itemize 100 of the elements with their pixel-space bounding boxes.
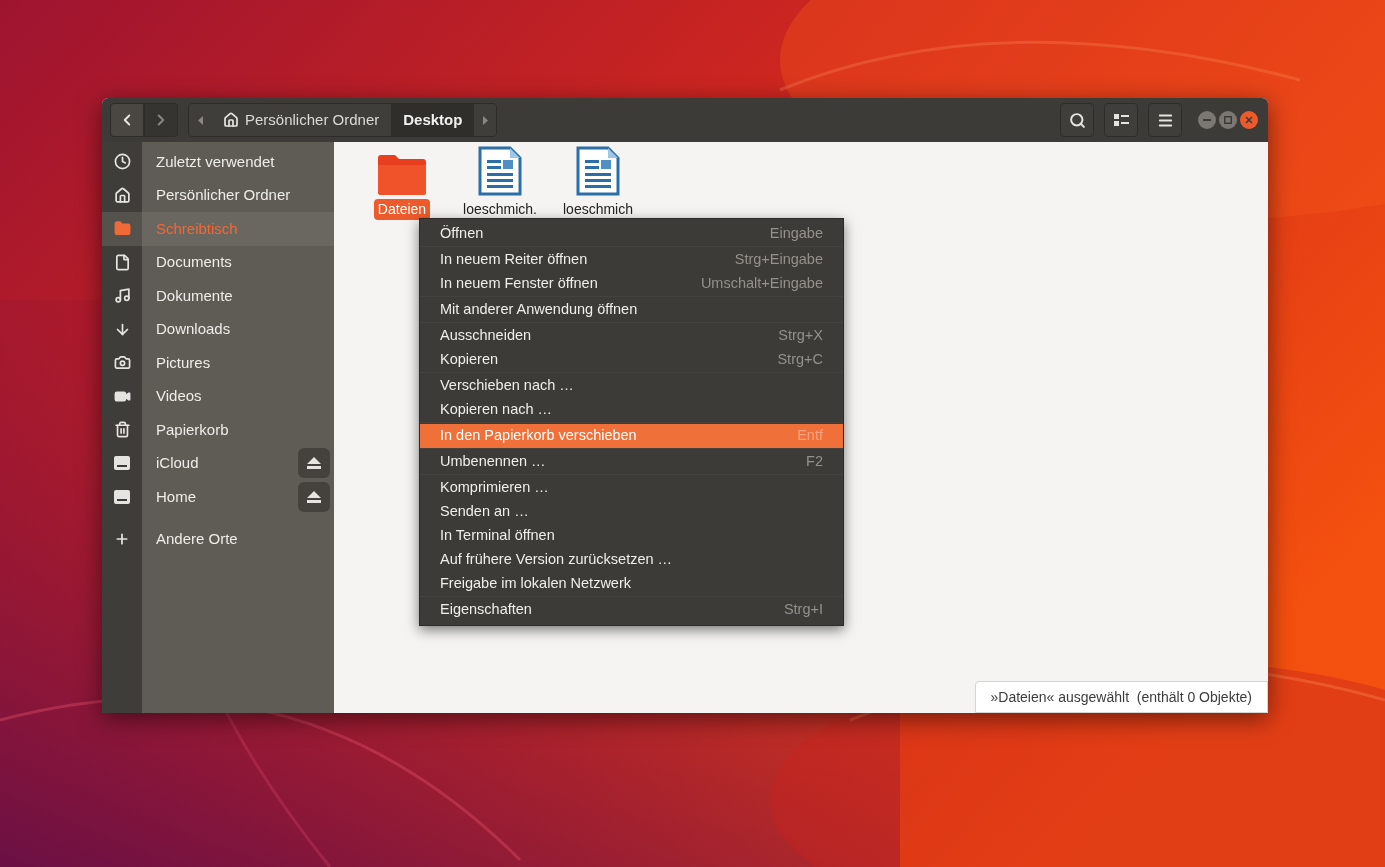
sidebar-item[interactable]: iCloud xyxy=(102,446,334,480)
sidebar-label: iCloud xyxy=(156,453,199,473)
menu-item-label: Eigenschaften xyxy=(440,600,532,620)
menu-item-label: Kopieren xyxy=(440,350,499,370)
clock-icon xyxy=(113,153,131,171)
menu-item-label: Senden an … xyxy=(440,502,529,522)
shortcut-label: Eingabe xyxy=(769,224,823,244)
menu-item-label: Freigabe im lokalen Netzwerk xyxy=(440,574,631,594)
menu-item[interactable]: Senden an … xyxy=(420,500,843,524)
menu-item[interactable]: In Terminal öffnen xyxy=(420,524,843,548)
view-toggle-button[interactable] xyxy=(1104,103,1138,137)
camera-icon xyxy=(113,354,131,372)
menu-item[interactable]: Auf frühere Version zurücksetzen … xyxy=(420,548,843,572)
sidebar-label: Andere Orte xyxy=(156,528,238,549)
sidebar-label: Documents xyxy=(156,252,232,272)
sidebar-item[interactable]: Home xyxy=(102,480,334,514)
breadcrumb[interactable]: Desktop xyxy=(391,104,475,136)
menu-item[interactable]: In neuem Reiter öffnen Strg+Eingabe xyxy=(420,248,843,272)
menu-item[interactable]: Öffnen Eingabe xyxy=(420,222,843,246)
search-icon xyxy=(1068,111,1086,129)
eject-button[interactable] xyxy=(298,481,330,512)
minus-icon xyxy=(1203,119,1211,121)
file-name: Dateien xyxy=(373,199,431,220)
shortcut-label: Strg+C xyxy=(777,350,823,370)
menu-item[interactable]: Eigenschaften Strg+I xyxy=(420,598,843,622)
sidebar-label: Dokumente xyxy=(156,285,233,306)
scroll-left-button[interactable] xyxy=(189,104,211,136)
drive-icon xyxy=(114,456,130,471)
menu-item[interactable]: Mit anderer Anwendung öffnen xyxy=(420,298,843,322)
shortcut-label: Entf xyxy=(797,426,823,446)
music-note-icon xyxy=(113,287,131,305)
sidebar-label: Videos xyxy=(156,386,202,406)
menu-item-label: In neuem Fenster öffnen xyxy=(440,274,598,294)
sidebar-item[interactable]: Papierkorb xyxy=(102,413,334,447)
shortcut-label: F2 xyxy=(806,452,823,472)
file-item[interactable]: loeschmich xyxy=(550,144,646,220)
plus-icon xyxy=(114,531,130,547)
document-icon xyxy=(113,253,131,271)
menu-item-label: Verschieben nach … xyxy=(440,376,574,396)
menu-item[interactable]: Komprimieren … xyxy=(420,476,843,500)
status-bar: »Dateien« ausgewählt (enthält 0 Objekte) xyxy=(974,681,1268,713)
menu-item-label: Mit anderer Anwendung öffnen xyxy=(440,300,638,320)
eject-icon xyxy=(307,490,321,503)
sidebar-item[interactable]: Documents xyxy=(102,245,334,279)
breadcrumb[interactable]: Persönlicher Ordner xyxy=(211,104,392,136)
file-item[interactable]: loeschmich. xyxy=(452,144,548,220)
sidebar-label: Downloads xyxy=(156,319,231,339)
sidebar-label: Zuletzt verwendet xyxy=(156,151,275,172)
back-button[interactable] xyxy=(110,103,144,137)
menu-item-label: Kopieren nach … xyxy=(440,400,553,420)
triangle-left-icon xyxy=(197,115,203,125)
menu-item-label: Komprimieren … xyxy=(440,478,549,498)
sidebar-label: Persönlicher Ordner xyxy=(156,185,291,205)
eject-button[interactable] xyxy=(298,448,330,479)
menu-item[interactable]: Ausschneiden Strg+X xyxy=(420,324,843,348)
maximize-button[interactable] xyxy=(1219,111,1237,129)
sidebar-label: Home xyxy=(156,486,196,507)
triangle-right-icon xyxy=(482,115,488,125)
eject-icon xyxy=(307,457,321,470)
folder-icon xyxy=(113,220,131,238)
sidebar-item[interactable]: Andere Orte xyxy=(102,522,334,556)
close-button[interactable] xyxy=(1240,111,1258,129)
document-icon xyxy=(576,146,620,196)
menu-item-label: In neuem Reiter öffnen xyxy=(440,250,588,270)
document-icon xyxy=(478,146,522,196)
menu-item-label: Umbenennen … xyxy=(440,452,546,472)
folder-icon xyxy=(377,154,427,196)
menu-item-label: Ausschneiden xyxy=(440,326,532,346)
shortcut-label: Umschalt+Eingabe xyxy=(700,274,823,294)
file-name: loeschmich xyxy=(562,200,634,219)
menu-item-label: Auf frühere Version zurücksetzen … xyxy=(440,550,673,570)
sidebar-label: Schreibtisch xyxy=(156,218,238,239)
sidebar-item[interactable]: Dokumente xyxy=(102,279,334,313)
trash-icon xyxy=(113,421,131,439)
sidebar-item[interactable]: Videos xyxy=(102,379,334,413)
sidebar-label: Pictures xyxy=(156,352,211,373)
minimize-button[interactable] xyxy=(1198,111,1216,129)
close-icon xyxy=(1245,116,1253,124)
menu-item[interactable]: Kopieren Strg+C xyxy=(420,348,843,372)
search-button[interactable] xyxy=(1060,103,1094,137)
shortcut-label: Strg+I xyxy=(783,600,823,620)
square-icon xyxy=(1224,116,1232,124)
home-icon xyxy=(223,112,239,128)
menu-item[interactable]: Umbenennen … F2 xyxy=(420,450,843,474)
sidebar-item[interactable]: Downloads xyxy=(102,312,334,346)
sidebar-label: Papierkorb xyxy=(156,419,229,440)
menu-item-label: Öffnen xyxy=(440,224,484,244)
list-view-icon xyxy=(1113,114,1129,126)
menu-item[interactable]: In neuem Fenster öffnen Umschalt+Eingabe xyxy=(420,272,843,296)
menu-item[interactable]: Kopieren nach … xyxy=(420,398,843,422)
sidebar-item[interactable]: Pictures xyxy=(102,346,334,380)
menu-item-label: In den Papierkorb verschieben xyxy=(440,426,637,446)
menu-item[interactable]: Freigabe im lokalen Netzwerk xyxy=(420,572,843,596)
sidebar-item[interactable]: Persönlicher Ordner xyxy=(102,178,334,212)
menu-item-label: In Terminal öffnen xyxy=(440,526,555,546)
menu-button[interactable] xyxy=(1148,103,1182,137)
home-icon xyxy=(113,186,131,204)
sidebar-item[interactable]: Zuletzt verwendet xyxy=(102,145,334,179)
menu-item[interactable]: Verschieben nach … xyxy=(420,374,843,398)
scroll-right-button[interactable] xyxy=(474,104,497,136)
